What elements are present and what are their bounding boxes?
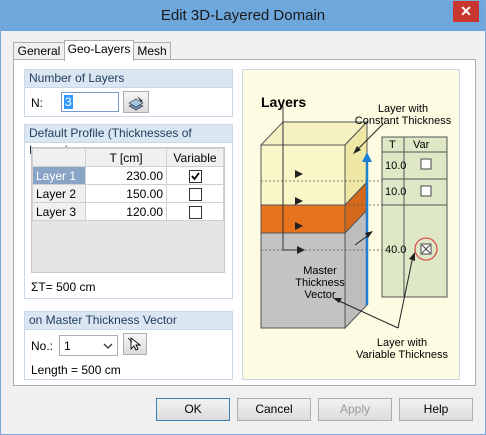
row-variable-cell[interactable] bbox=[166, 166, 224, 185]
group-heading: Number of Layers bbox=[25, 70, 232, 88]
row-variable-cell[interactable] bbox=[166, 184, 224, 203]
master-label-line1: Master bbox=[303, 265, 337, 277]
layers-diagram: Layers Layer with Constant Thickness T V… bbox=[242, 69, 460, 380]
row-thickness[interactable]: 150.00 bbox=[85, 184, 167, 203]
layer2-t-value: 10.0 bbox=[385, 186, 407, 198]
constant-label-line2: Constant Thickness bbox=[354, 115, 452, 127]
vector-length: Length = 500 cm bbox=[31, 363, 121, 377]
help-button[interactable]: Help bbox=[399, 398, 473, 421]
master-label-line3: Vector bbox=[304, 289, 336, 301]
row-name[interactable]: Layer 1 bbox=[32, 166, 86, 185]
constant-label-line1: Layer with bbox=[377, 103, 429, 115]
col-header-variable: Variable bbox=[166, 148, 224, 167]
col-header-name bbox=[32, 148, 86, 167]
variable-label-line1: Layer with bbox=[376, 337, 428, 349]
pick-vector-button[interactable] bbox=[123, 333, 147, 355]
n-label: N: bbox=[31, 96, 43, 110]
variable-label-line2: Variable Thickness bbox=[356, 349, 448, 361]
cancel-button[interactable]: Cancel bbox=[237, 398, 311, 421]
diagram-title: Layers bbox=[261, 94, 307, 110]
number-of-layers-group: Number of Layers N: 3 bbox=[24, 69, 233, 117]
close-icon[interactable]: ✕ bbox=[453, 1, 479, 22]
master-vector-label: Master Thickness Vector bbox=[287, 265, 353, 301]
col-header-t: T [cm] bbox=[85, 148, 167, 167]
constant-thickness-label: Layer with Constant Thickness bbox=[353, 103, 453, 127]
tab-panel: Number of Layers N: 3 Default Profile (T… bbox=[13, 59, 476, 386]
row-name[interactable]: Layer 3 bbox=[32, 202, 86, 221]
group-heading: on Master Thickness Vector bbox=[25, 312, 232, 330]
table-header-row: T [cm] Variable bbox=[32, 148, 224, 167]
title-bar[interactable]: Edit 3D-Layered Domain ✕ bbox=[1, 1, 485, 31]
dialog-window: Edit 3D-Layered Domain ✕ General Geo-Lay… bbox=[0, 0, 486, 435]
tab-mesh[interactable]: Mesh bbox=[133, 42, 171, 60]
layer1-t-value: 10.0 bbox=[385, 160, 407, 172]
window-title: Edit 3D-Layered Domain bbox=[160, 7, 326, 24]
layer3-t-value: 40.0 bbox=[385, 244, 407, 256]
row-name[interactable]: Layer 2 bbox=[32, 184, 86, 203]
chevron-down-icon bbox=[103, 343, 113, 349]
table-row[interactable]: Layer 1 230.00 bbox=[32, 166, 224, 185]
col-var-header: Var bbox=[413, 139, 430, 151]
group-heading: Default Profile (Thicknesses of Layers) bbox=[25, 125, 232, 157]
layers-edit-button[interactable] bbox=[123, 91, 149, 113]
row-thickness[interactable]: 230.00 bbox=[85, 166, 167, 185]
row-thickness[interactable]: 120.00 bbox=[85, 202, 167, 221]
cursor-pick-icon bbox=[127, 337, 142, 351]
layer-count-value: 3 bbox=[64, 95, 73, 109]
variable-checkbox[interactable] bbox=[188, 205, 202, 219]
table-row[interactable]: Layer 3 120.00 bbox=[32, 202, 224, 221]
variable-thickness-label: Layer with Variable Thickness bbox=[347, 337, 457, 361]
tab-geo-layers[interactable]: Geo-Layers bbox=[64, 40, 134, 61]
vector-number-value: 1 bbox=[64, 339, 71, 353]
sum-thickness: ΣT= 500 cm bbox=[31, 280, 96, 294]
default-profile-group: Default Profile (Thicknesses of Layers) … bbox=[24, 124, 233, 299]
apply-button[interactable]: Apply bbox=[318, 398, 392, 421]
checkmark-icon bbox=[190, 172, 200, 181]
profile-table: T [cm] Variable Layer 1 230.00 Layer 2 1… bbox=[31, 147, 225, 273]
col-t-header: T bbox=[389, 139, 396, 151]
layers-edit-icon bbox=[128, 96, 144, 111]
no-label: No.: bbox=[31, 339, 54, 353]
variable-checkbox[interactable] bbox=[188, 187, 202, 201]
table-row[interactable]: Layer 2 150.00 bbox=[32, 184, 224, 203]
layer-count-input[interactable]: 3 bbox=[61, 92, 119, 112]
master-label-line2: Thickness bbox=[295, 277, 345, 289]
row-variable-cell[interactable] bbox=[166, 202, 224, 221]
ok-button[interactable]: OK bbox=[156, 398, 230, 421]
tab-general[interactable]: General bbox=[13, 42, 65, 60]
variable-checkbox-checked[interactable] bbox=[188, 169, 202, 183]
vector-number-select[interactable]: 1 bbox=[59, 335, 118, 356]
master-vector-group: on Master Thickness Vector No.: 1 Length… bbox=[24, 311, 233, 380]
